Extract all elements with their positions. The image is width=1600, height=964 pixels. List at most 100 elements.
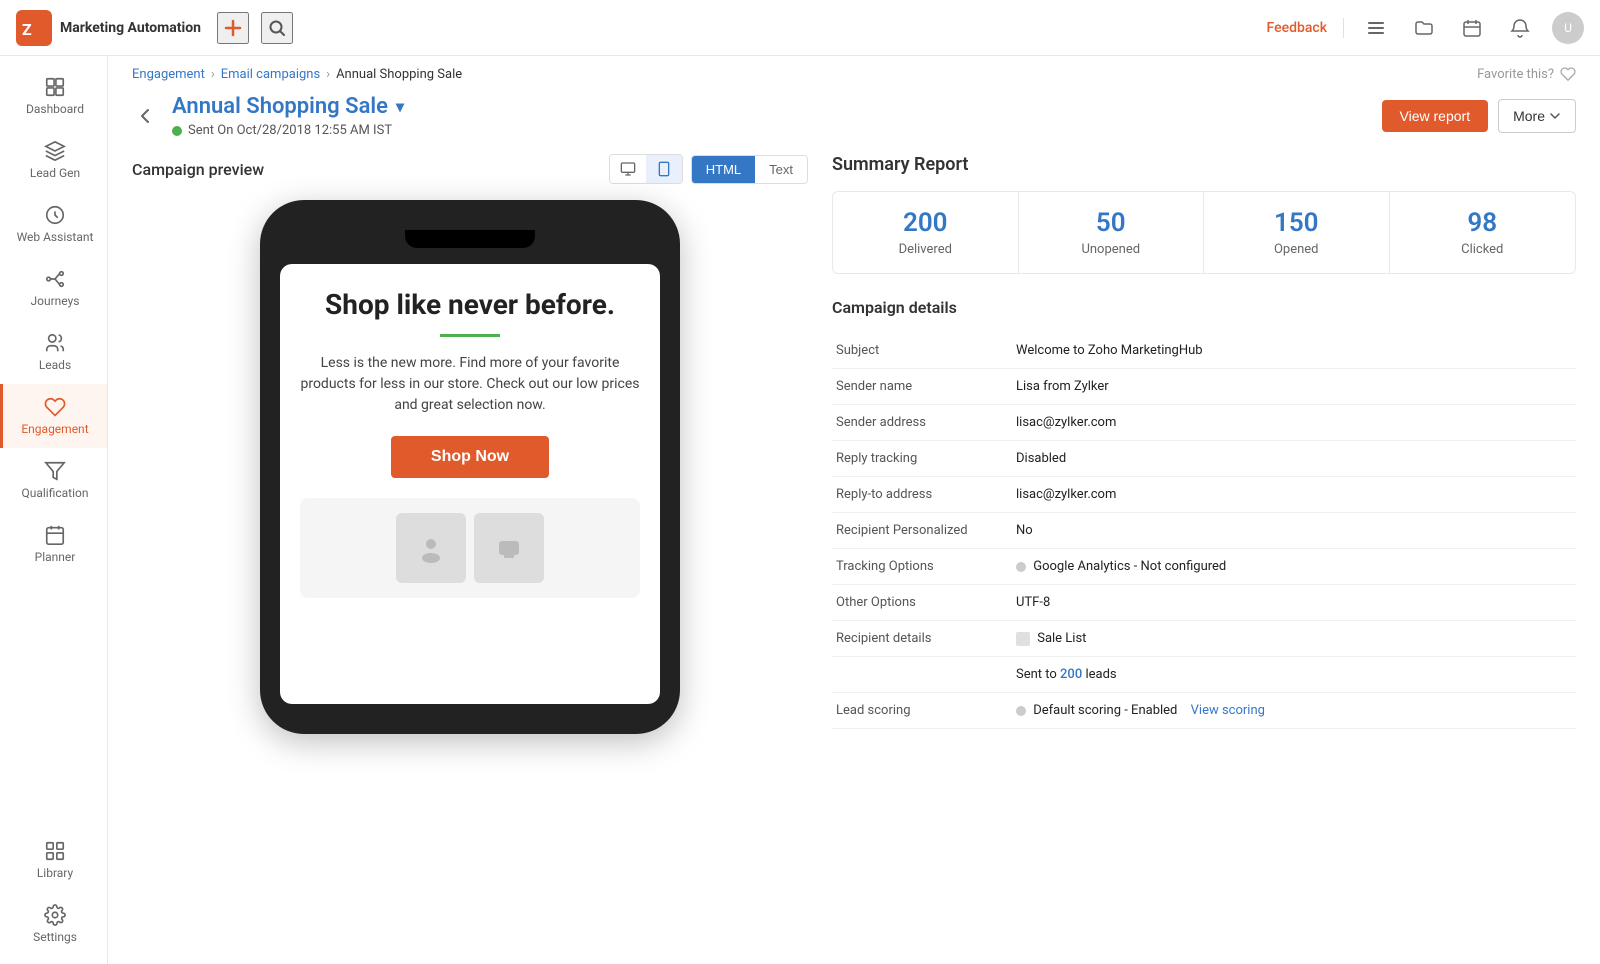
sidebar-item-dashboard[interactable]: Dashboard [0,64,107,128]
stat-opened: 150 Opened [1204,192,1390,273]
breadcrumb-email-campaigns[interactable]: Email campaigns [221,67,320,82]
view-report-button[interactable]: View report [1382,100,1489,132]
page-header-left: Annual Shopping Sale ▾ Sent On Oct/28/20… [132,94,404,138]
table-row: Lead scoring Default scoring - Enabled V… [832,693,1576,729]
sidebar-label-lead-gen: Lead Gen [30,166,80,180]
product-img-1 [396,513,466,583]
detail-key-other-options: Other Options [832,585,1012,621]
list-icon[interactable] [1360,12,1392,44]
sidebar-item-journeys[interactable]: Journeys [0,256,107,320]
sidebar-item-qualification[interactable]: Qualification [0,448,107,512]
sent-status-text: Sent On Oct/28/2018 12:55 AM IST [188,123,392,138]
sidebar-label-journeys: Journeys [31,294,80,308]
detail-val-sender-name: Lisa from Zylker [1012,369,1576,405]
sidebar: Dashboard Lead Gen Web Assistant [0,56,108,964]
breadcrumb-current: Annual Shopping Sale [336,67,462,82]
detail-key-sent [832,657,1012,693]
ga-dot [1016,562,1026,572]
stat-clicked-num: 98 [1402,208,1564,238]
add-button[interactable] [217,12,249,44]
heart-icon [1560,66,1576,82]
sidebar-item-engagement[interactable]: Engagement [0,384,107,448]
toggle-html-btn[interactable]: HTML [692,156,755,183]
email-body-text: Less is the new more. Find more of your … [300,353,640,416]
product-mockup [396,513,544,583]
content-area: Engagement › Email campaigns › Annual Sh… [108,56,1600,964]
detail-key-lead-scoring: Lead scoring [832,693,1012,729]
breadcrumb: Engagement › Email campaigns › Annual Sh… [132,67,462,82]
toggle-desktop-btn[interactable] [610,155,646,183]
title-dropdown-icon[interactable]: ▾ [396,97,404,116]
user-avatar[interactable]: U [1552,12,1584,44]
sidebar-item-planner[interactable]: Planner [0,512,107,576]
breadcrumb-sep-1: › [211,67,215,82]
detail-key-recipient-details: Recipient details [832,621,1012,657]
stat-unopened-label: Unopened [1031,242,1192,257]
toggle-mobile-btn[interactable] [646,155,682,183]
email-product-preview [300,498,640,598]
detail-val-lead-scoring: Default scoring - Enabled View scoring [1012,693,1576,729]
table-row: Sent to 200 leads [832,657,1576,693]
breadcrumb-engagement[interactable]: Engagement [132,67,205,82]
sidebar-item-leads[interactable]: Leads [0,320,107,384]
sidebar-item-web-assistant[interactable]: Web Assistant [0,192,107,256]
list-icon-sm [1016,632,1030,646]
two-col-layout: Campaign preview [108,154,1600,902]
toggle-device [609,154,683,184]
search-button[interactable] [261,12,293,44]
email-headline: Shop like never before. [300,288,640,322]
detail-key-personalized: Recipient Personalized [832,513,1012,549]
sidebar-item-lead-gen[interactable]: Lead Gen [0,128,107,192]
table-row: Recipient Personalized No [832,513,1576,549]
table-row: Recipient details Sale List [832,621,1576,657]
stat-opened-label: Opened [1216,242,1377,257]
stat-unopened-num: 50 [1031,208,1192,238]
main-layout: Dashboard Lead Gen Web Assistant [0,56,1600,964]
sidebar-label-planner: Planner [35,550,76,564]
phone-mockup: Shop like never before. Less is the new … [260,200,680,734]
page-title-block: Annual Shopping Sale ▾ Sent On Oct/28/20… [172,94,404,138]
detail-val-recipient-details: Sale List [1012,621,1576,657]
sidebar-item-settings[interactable]: Settings [0,892,107,956]
app-name: Marketing Automation [60,20,201,36]
more-button[interactable]: More [1498,99,1576,133]
sidebar-label-settings: Settings [33,930,77,944]
detail-val-tracking: Google Analytics - Not configured [1012,549,1576,585]
detail-val-reply-to: lisac@zylker.com [1012,477,1576,513]
feedback-link[interactable]: Feedback [1267,20,1327,36]
back-button[interactable] [132,102,160,130]
topbar: Z Marketing Automation Feedback [0,0,1600,56]
detail-key-reply-to: Reply-to address [832,477,1012,513]
topbar-right: Feedback [1267,12,1584,44]
folder-icon[interactable] [1408,12,1440,44]
stat-delivered: 200 Delivered [833,192,1019,273]
table-row: Tracking Options Google Analytics - Not … [832,549,1576,585]
stat-opened-num: 150 [1216,208,1377,238]
view-scoring-link[interactable]: View scoring [1191,703,1265,718]
topbar-divider [1343,18,1344,38]
stat-clicked-label: Clicked [1402,242,1564,257]
detail-val-sent: Sent to 200 leads [1012,657,1576,693]
detail-key-sender-address: Sender address [832,405,1012,441]
favorite-label: Favorite this? [1477,67,1554,82]
stat-clicked: 98 Clicked [1390,192,1576,273]
detail-val-personalized: No [1012,513,1576,549]
sidebar-item-library[interactable]: Library [0,828,107,892]
stat-unopened: 50 Unopened [1019,192,1205,273]
app-logo[interactable]: Z Marketing Automation [16,10,201,46]
toggle-text-btn[interactable]: Text [755,156,807,183]
detail-val-sender-address: lisac@zylker.com [1012,405,1576,441]
phone-content: Shop like never before. Less is the new … [280,264,660,704]
sidebar-label-engagement: Engagement [21,422,88,436]
sidebar-label-qualification: Qualification [21,486,88,500]
notifications-icon[interactable] [1504,12,1536,44]
favorite-block[interactable]: Favorite this? [1477,66,1576,82]
desktop-icon [620,161,636,177]
sent-200-link[interactable]: 200 [1060,667,1082,682]
shop-now-button[interactable]: Shop Now [391,436,549,478]
page-header-right: View report More [1382,99,1576,133]
email-preview-inner: Shop like never before. Less is the new … [280,264,660,622]
calendar-icon[interactable] [1456,12,1488,44]
table-row: Reply-to address lisac@zylker.com [832,477,1576,513]
summary-title: Summary Report [832,154,1576,175]
